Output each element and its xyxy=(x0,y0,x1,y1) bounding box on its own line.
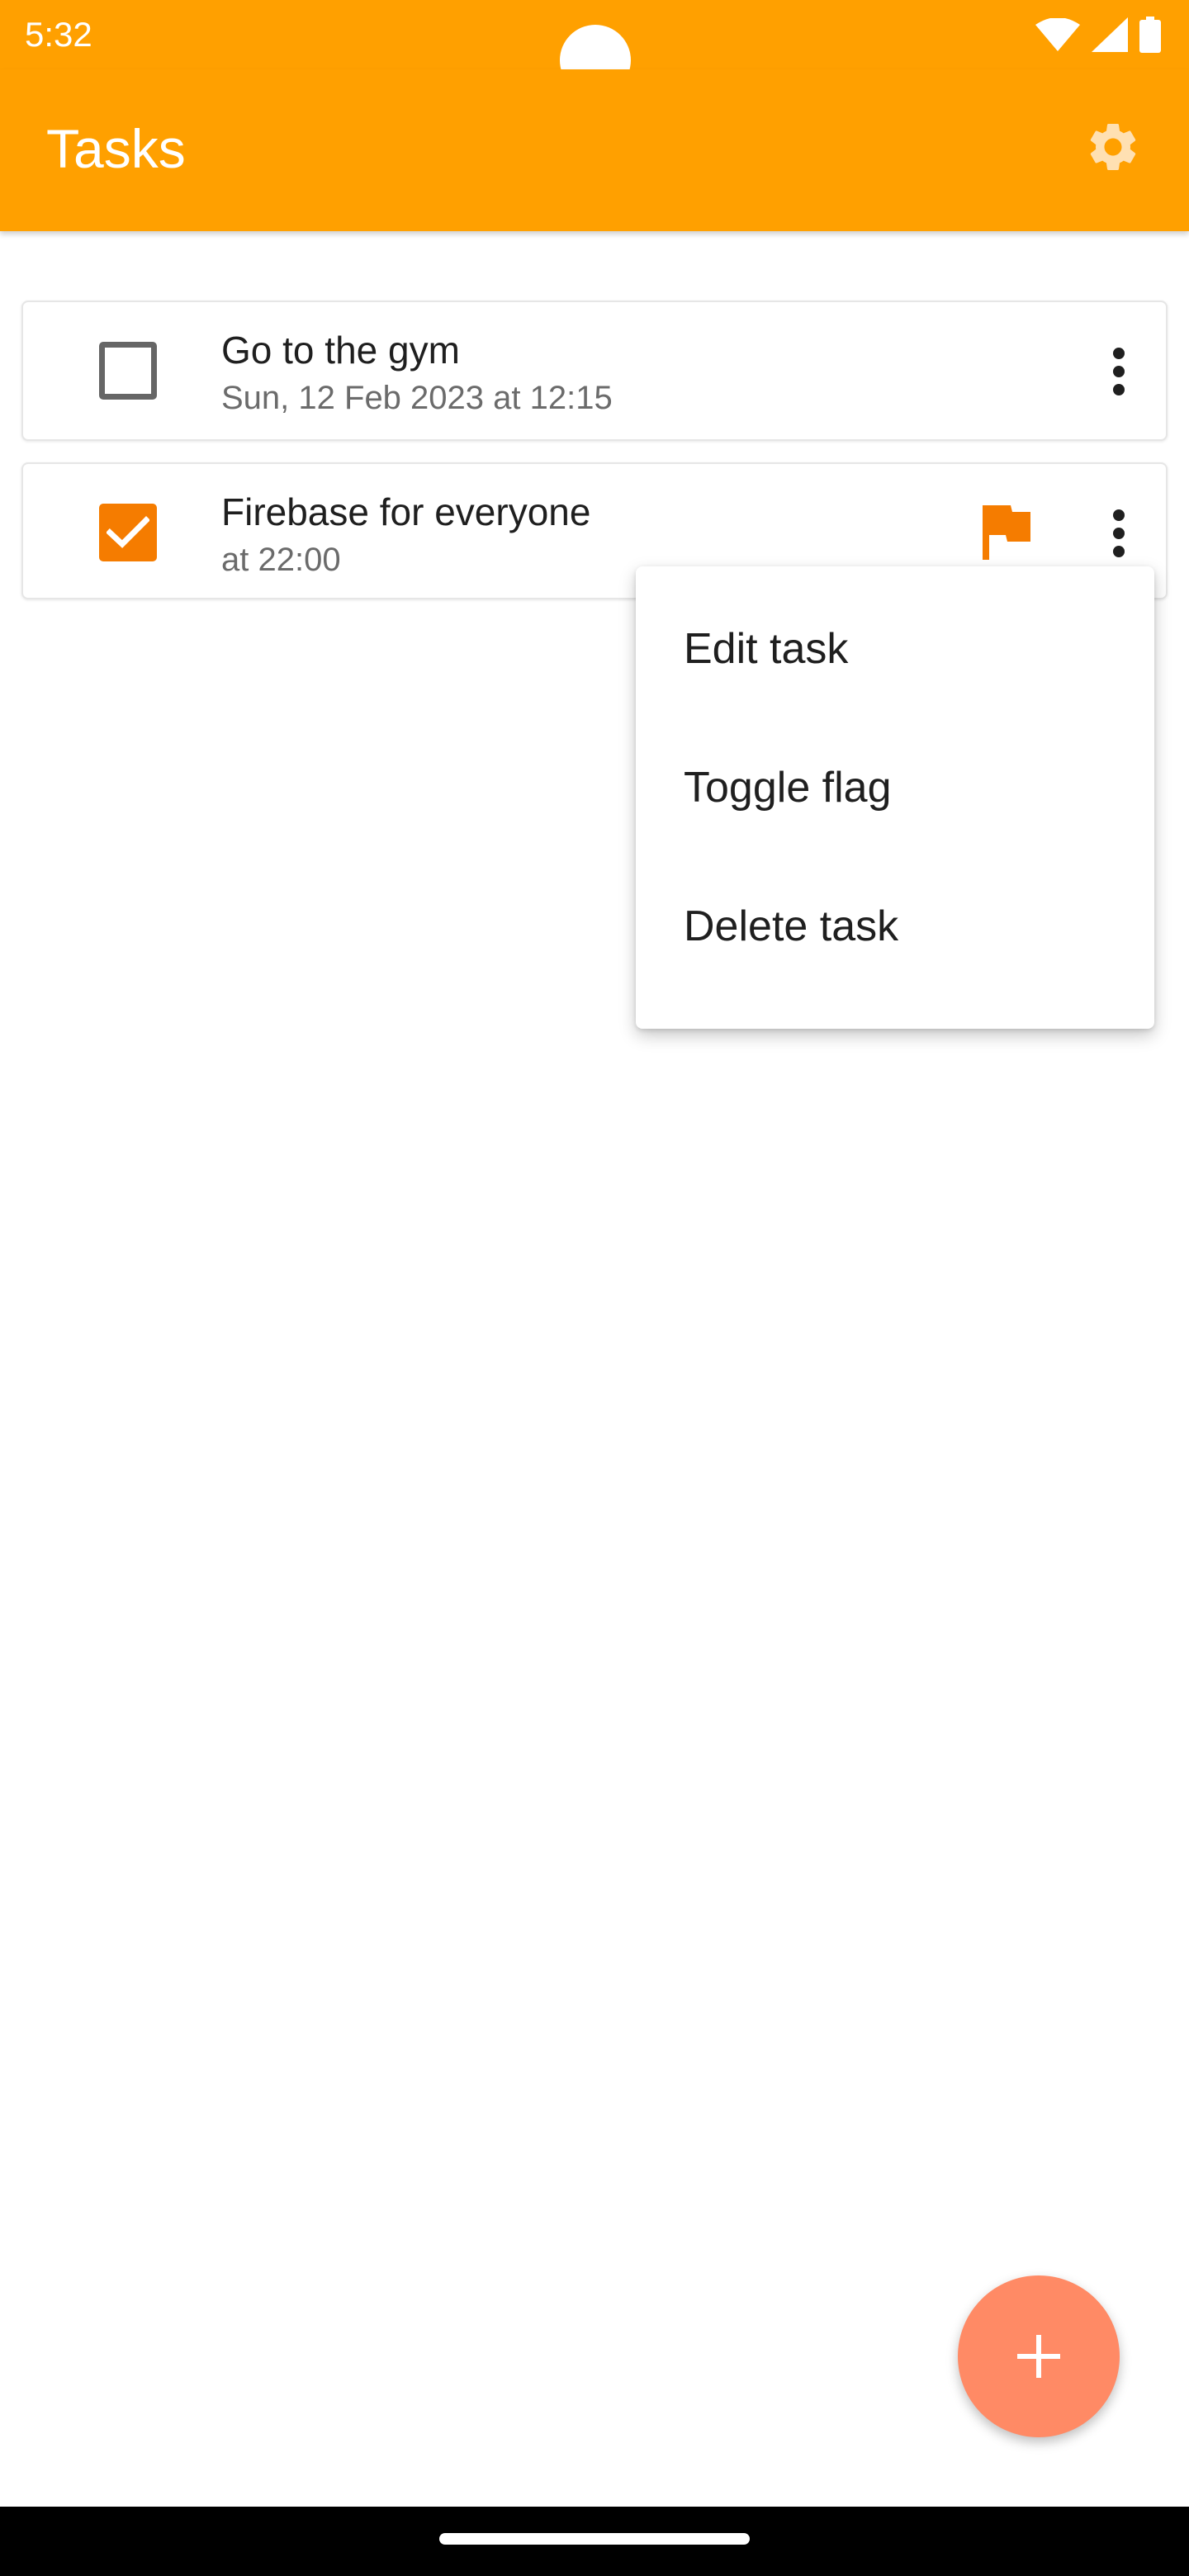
more-vert-icon xyxy=(1113,509,1125,557)
menu-item-delete-task[interactable]: Delete task xyxy=(636,857,1154,996)
menu-item-toggle-flag[interactable]: Toggle flag xyxy=(636,718,1154,857)
flag-icon xyxy=(983,505,1030,560)
battery-icon xyxy=(1139,17,1161,53)
check-icon xyxy=(107,516,149,548)
plus-icon xyxy=(1017,2335,1060,2378)
task-title: Firebase for everyone xyxy=(221,490,591,533)
task-card[interactable]: Go to the gym Sun, 12 Feb 2023 at 12:15 xyxy=(21,301,1168,441)
task-due-date: at 22:00 xyxy=(221,542,341,578)
task-title: Go to the gym xyxy=(221,329,460,372)
status-icons xyxy=(1035,15,1161,54)
task-options-menu: Edit task Toggle flag Delete task xyxy=(636,566,1154,1029)
status-bar: 5:32 xyxy=(0,0,1189,96)
add-task-button[interactable] xyxy=(958,2275,1120,2437)
task-more-button[interactable] xyxy=(1082,494,1156,573)
tasks-screen: 5:32 Tasks Go to the gym Sun, 12 Feb 202… xyxy=(0,0,1189,2576)
page-title: Tasks xyxy=(46,118,186,179)
more-vert-icon xyxy=(1113,348,1125,395)
app-bar: Tasks xyxy=(0,69,1189,231)
settings-button[interactable] xyxy=(1073,107,1153,187)
wifi-icon xyxy=(1035,18,1080,51)
home-gesture-handle[interactable] xyxy=(439,2533,750,2545)
status-time: 5:32 xyxy=(25,15,92,54)
task-checkbox[interactable] xyxy=(99,504,157,561)
cellular-signal-icon xyxy=(1092,17,1128,52)
menu-item-edit-task[interactable]: Edit task xyxy=(636,580,1154,718)
system-navigation-bar xyxy=(0,2507,1189,2576)
task-checkbox[interactable] xyxy=(99,342,157,400)
gear-icon xyxy=(1090,123,1136,170)
task-more-button[interactable] xyxy=(1082,332,1156,411)
task-due-date: Sun, 12 Feb 2023 at 12:15 xyxy=(221,380,613,416)
